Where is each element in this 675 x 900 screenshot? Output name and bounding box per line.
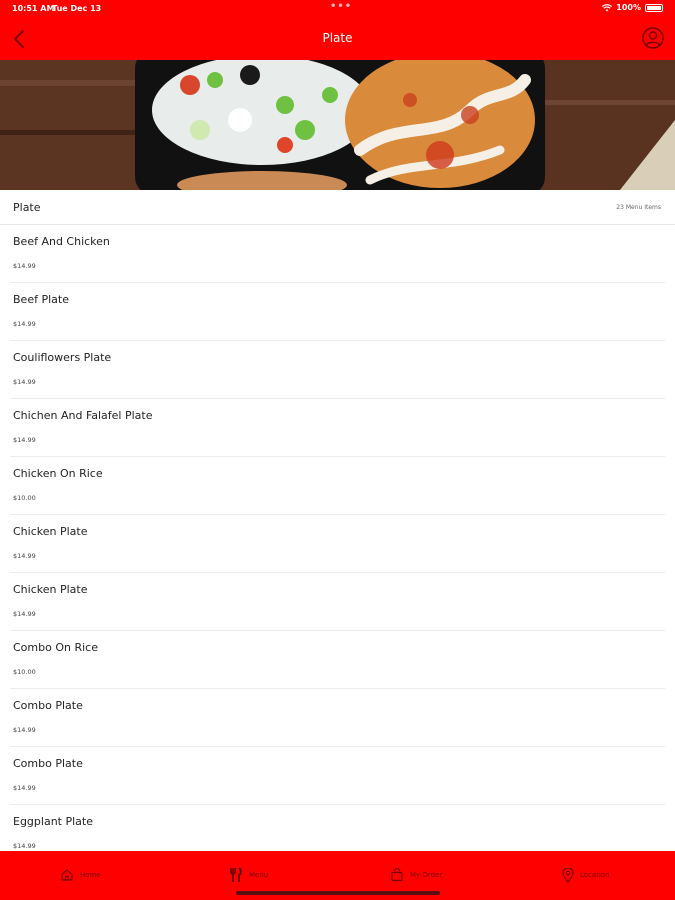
menu-item-price: $10.00 — [13, 668, 36, 676]
page-title: Plate — [322, 31, 353, 45]
menu-item-name: Chicken On Rice — [13, 467, 103, 480]
menu-item[interactable]: Combo Plate $14.99 — [10, 689, 665, 747]
menu-item-count: 23 Menu Items — [616, 204, 661, 211]
menu-item-name: Couliflowers Plate — [13, 351, 112, 364]
home-icon — [61, 869, 73, 881]
menu-item-price: $10.00 — [13, 494, 36, 502]
status-right: 100% — [602, 3, 663, 12]
menu-item-name: Combo Plate — [13, 699, 83, 712]
tab-menu[interactable]: Menu — [229, 863, 268, 887]
menu-item-price: $14.99 — [13, 842, 36, 850]
status-date: Tue Dec 13 — [52, 4, 102, 13]
menu-item[interactable]: Chichen And Falafel Plate $14.99 — [10, 399, 665, 457]
tab-my-order-label: My Order — [410, 871, 443, 879]
profile-icon[interactable] — [641, 26, 665, 50]
navigation-bar: Plate — [0, 18, 675, 60]
menu-item-price: $14.99 — [13, 378, 36, 386]
menu-item[interactable]: Chicken Plate $14.99 — [10, 573, 665, 631]
category-name: Plate — [13, 201, 41, 214]
menu-item[interactable]: Beef And Chicken $14.99 — [10, 225, 665, 283]
menu-item-price: $14.99 — [13, 436, 36, 444]
menu-item-name: Combo Plate — [13, 757, 83, 770]
fork-knife-icon — [230, 867, 242, 882]
menu-item[interactable]: Combo Plate $14.99 — [10, 747, 665, 805]
category-banner-image — [0, 60, 675, 190]
battery-percent: 100% — [616, 3, 641, 12]
menu-item-name: Beef Plate — [13, 293, 69, 306]
menu-item-price: $14.99 — [13, 262, 36, 270]
menu-item-name: Chicken Plate — [13, 525, 88, 538]
tab-location-label: Location — [580, 871, 610, 879]
menu-item-price: $14.99 — [13, 726, 36, 734]
menu-item-name: Chicken Plate — [13, 583, 88, 596]
menu-item[interactable]: Couliflowers Plate $14.99 — [10, 341, 665, 399]
category-header: Plate 23 Menu Items — [0, 190, 675, 225]
menu-item-name: Beef And Chicken — [13, 235, 110, 248]
wifi-icon — [602, 3, 613, 11]
home-indicator — [236, 891, 440, 895]
location-pin-icon — [562, 867, 574, 883]
menu-item-price: $14.99 — [13, 552, 36, 560]
menu-list: Beef And Chicken $14.99 Beef Plate $14.9… — [0, 225, 675, 863]
tab-location[interactable]: Location — [562, 863, 610, 887]
menu-item[interactable]: Chicken On Rice $10.00 — [10, 457, 665, 515]
multitask-dots: ••• — [330, 1, 353, 12]
status-time: 10:51 AM — [12, 4, 55, 13]
tab-home-label: Home — [80, 871, 101, 879]
shopping-bag-icon — [391, 868, 403, 882]
menu-item[interactable]: Combo On Rice $10.00 — [10, 631, 665, 689]
battery-icon — [645, 3, 663, 12]
status-bar: 10:51 AM Tue Dec 13 ••• 100% — [0, 0, 675, 18]
menu-item-price: $14.99 — [13, 610, 36, 618]
menu-item-name: Eggplant Plate — [13, 815, 93, 828]
menu-item-name: Combo On Rice — [13, 641, 98, 654]
tab-my-order[interactable]: My Order — [390, 863, 442, 887]
menu-item-price: $14.99 — [13, 320, 36, 328]
menu-item-price: $14.99 — [13, 784, 36, 792]
tab-menu-label: Menu — [249, 871, 269, 879]
menu-item[interactable]: Beef Plate $14.99 — [10, 283, 665, 341]
tab-home[interactable]: Home — [60, 863, 101, 887]
menu-item-name: Chichen And Falafel Plate — [13, 409, 153, 422]
menu-item[interactable]: Chicken Plate $14.99 — [10, 515, 665, 573]
